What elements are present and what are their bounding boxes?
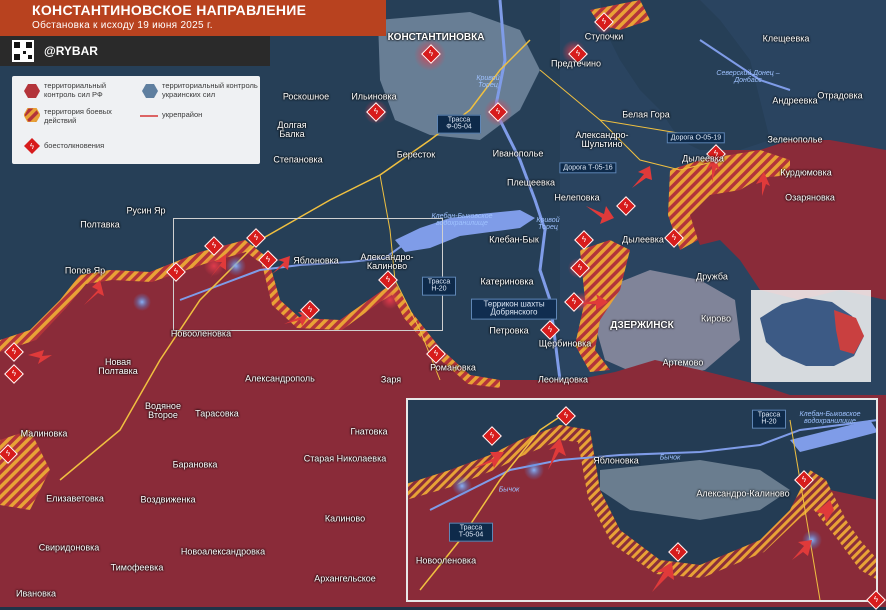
qr-code-icon bbox=[12, 40, 34, 62]
settlement-label: Клебан-Бык bbox=[489, 234, 539, 245]
water-label: Клебан-Быковское водохранилище bbox=[431, 213, 493, 227]
legend-ru-label: территориальный контроль сил РФ bbox=[44, 81, 107, 99]
settlement-label: Барановка bbox=[172, 459, 218, 470]
road-tag: Трасса Ф-05-04 bbox=[437, 114, 481, 134]
legend-combat-label: территория боевых действий bbox=[44, 107, 112, 125]
road-tag: Трасса Н-20 bbox=[752, 409, 786, 429]
settlement-label: Роскошное bbox=[282, 91, 330, 102]
settlement-label: Тарасовка bbox=[195, 408, 239, 419]
settlement-label: Курдюмовка bbox=[780, 167, 832, 178]
settlement-label: ДЗЕРЖИНСК bbox=[610, 320, 674, 331]
legend-ua-label: территориальный контроль украинских сил bbox=[162, 81, 258, 99]
settlement-label: Ступочки bbox=[584, 31, 624, 42]
settlement-label: Романовка bbox=[430, 362, 476, 373]
water-label: Бычок bbox=[659, 454, 681, 462]
settlement-label: Зеленополье bbox=[767, 134, 823, 145]
settlement-label: Иванополье bbox=[492, 148, 544, 159]
water-label: Кривой Торец bbox=[536, 217, 560, 231]
inset-settlement-label: Новооленовка bbox=[415, 555, 477, 566]
settlement-label: Ивановка bbox=[15, 588, 57, 599]
brand-name: @RYBAR bbox=[44, 44, 98, 58]
settlement-label: Старая Николаевка bbox=[303, 453, 387, 464]
settlement-label: Воздвиженка bbox=[140, 494, 196, 505]
settlement-label: Новоалександровка bbox=[180, 546, 266, 557]
settlement-label: Александро-Шультино bbox=[575, 130, 629, 149]
settlement-label: Клещеевка bbox=[762, 33, 810, 44]
settlement-label: Щербиновка bbox=[538, 338, 592, 349]
settlement-label: Свиридоновка bbox=[38, 542, 100, 553]
settlement-label: Попов Яр bbox=[64, 265, 106, 276]
settlement-label: Русин Яр bbox=[126, 205, 166, 216]
settlement-label: Архангельское bbox=[314, 573, 376, 584]
ua-hotspot bbox=[133, 293, 151, 311]
water-label: Бычок bbox=[498, 486, 520, 494]
settlement-label: Отрадовка bbox=[817, 90, 863, 101]
legend-ru-swatch bbox=[24, 84, 40, 98]
road-tag: Дорога Т-05-16 bbox=[559, 162, 617, 174]
settlement-label: Долгая Балка bbox=[277, 120, 307, 139]
brand-bar bbox=[0, 36, 270, 66]
settlement-label: Полтавка bbox=[80, 219, 120, 230]
road-tag: Дорога О-05-19 bbox=[666, 132, 726, 144]
settlement-label: Елизаветовка bbox=[46, 493, 104, 504]
legend-combat-swatch bbox=[24, 108, 40, 122]
legend-clash-label: боестолкновения bbox=[44, 141, 105, 150]
water-label: Клебан-Быковское водохранилище bbox=[799, 411, 861, 425]
settlement-label: Александрополь bbox=[245, 373, 315, 384]
settlement-label: Бересток bbox=[396, 149, 436, 160]
inset-settlement-label: Александро-Калиново bbox=[696, 488, 790, 499]
settlement-label: Нелеповка bbox=[554, 192, 600, 203]
settlement-label: Катериновка bbox=[480, 276, 534, 287]
settlement-label: Плещеевка bbox=[507, 177, 555, 188]
settlement-label: Новооленовка bbox=[170, 328, 232, 339]
settlement-label: Петровка bbox=[489, 325, 529, 336]
settlement-label: Дылеевка bbox=[622, 234, 664, 245]
settlement-label: Леонидовка bbox=[537, 374, 589, 385]
legend-fort-label: укрепрайон bbox=[162, 110, 203, 119]
settlement-label: Водяное Второе bbox=[145, 401, 181, 420]
header-banner: КОНСТАНТИНОВСКОЕ НАПРАВЛЕНИЕ Обстановка … bbox=[0, 0, 386, 36]
settlement-label: Кирово bbox=[701, 313, 731, 324]
inset-frame bbox=[406, 398, 878, 602]
settlement-label: Дружба bbox=[696, 271, 728, 282]
legend: территориальный контроль сил РФ территор… bbox=[12, 76, 260, 164]
map-title: КОНСТАНТИНОВСКОЕ НАПРАВЛЕНИЕ bbox=[32, 2, 307, 18]
settlement-label: Дылеевка bbox=[682, 153, 724, 164]
settlement-label: Артемово bbox=[662, 357, 704, 368]
settlement-label: Белая Гора bbox=[622, 109, 670, 120]
settlement-label: Александро-Калиново bbox=[360, 252, 414, 271]
settlement-label: Андреевка bbox=[772, 95, 818, 106]
settlement-label: Новая Полтавка bbox=[98, 357, 138, 376]
legend-fort-swatch bbox=[140, 115, 158, 117]
settlement-label: Заря bbox=[380, 374, 402, 385]
settlement-label: Степановка bbox=[273, 154, 323, 165]
road-tag: Трасса Т-05-04 bbox=[449, 522, 493, 542]
settlement-label: Калиново bbox=[324, 513, 366, 524]
legend-clash-swatch: ϟ bbox=[24, 138, 40, 154]
landmark-tag: Террикон шахты Добрянского bbox=[471, 298, 557, 320]
road-tag: Трасса Н-20 bbox=[422, 276, 456, 296]
svg-text:ϟ: ϟ bbox=[29, 142, 34, 151]
settlement-label: Малиновка bbox=[20, 428, 68, 439]
inset-settlement-label: Яблоновка bbox=[593, 455, 639, 466]
water-label: Северский Донец – Донбасс bbox=[716, 70, 780, 84]
water-label: Кривой Торец bbox=[476, 75, 500, 89]
settlement-label: Ильиновка bbox=[351, 91, 397, 102]
legend-ua-swatch bbox=[142, 84, 158, 98]
settlement-label: Озаряновка bbox=[785, 192, 835, 203]
settlement-label: Тимофеевка bbox=[110, 562, 164, 573]
settlement-label: Яблоновка bbox=[293, 255, 339, 266]
settlement-label: КОНСТАНТИНОВКА bbox=[387, 32, 485, 43]
settlement-label: Предтечино bbox=[551, 58, 601, 69]
settlement-label: Гнатовка bbox=[350, 426, 388, 437]
map-subtitle: Обстановка к исходу 19 июня 2025 г. bbox=[32, 20, 213, 31]
